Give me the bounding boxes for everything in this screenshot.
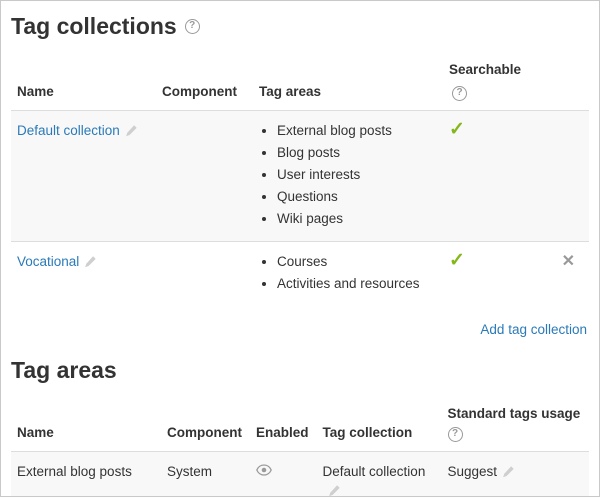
area-enabled-cell <box>250 451 317 497</box>
col-header-tag-collection: Tag collection <box>317 389 442 452</box>
col-header-name: Name <box>11 389 161 452</box>
col-header-component: Component <box>156 45 253 110</box>
edit-icon[interactable] <box>125 124 138 137</box>
area-standard-cell: Suggest <box>442 451 589 497</box>
add-link-row: Add tag collection <box>11 306 589 341</box>
tag-areas-table: Name Component Enabled Tag collection St… <box>11 389 589 497</box>
list-item: Wiki pages <box>277 209 435 228</box>
col-header-component: Component <box>161 389 250 452</box>
area-name-cell: External blog posts <box>11 451 161 497</box>
tag-collections-title: Tag collections ? <box>11 13 589 39</box>
tag-areas-title: Tag areas <box>11 357 589 383</box>
tag-areas-title-text: Tag areas <box>11 357 117 383</box>
col-header-enabled: Enabled <box>250 389 317 452</box>
collection-component-cell <box>156 110 253 241</box>
list-item: External blog posts <box>277 121 435 140</box>
collection-tag-areas-cell: External blog posts Blog posts User inte… <box>253 110 443 241</box>
area-standard-label: Suggest <box>448 464 498 479</box>
col-header-name: Name <box>11 45 156 110</box>
tag-collections-table: Name Component Tag areas Searchable? Def… <box>11 45 589 306</box>
areas-header-row: Name Component Enabled Tag collection St… <box>11 389 589 452</box>
edit-icon[interactable] <box>328 484 341 497</box>
collection-row-vocational: Vocational Courses Activities and resour… <box>11 241 589 306</box>
tag-management-page: Tag collections ? Name Component Tag are… <box>0 0 600 497</box>
add-tag-collection-link[interactable]: Add tag collection <box>480 322 587 337</box>
tag-collections-title-text: Tag collections <box>11 13 177 39</box>
collection-name-link[interactable]: Default collection <box>17 123 120 138</box>
col-header-standard-tags: Standard tags usage ? <box>442 389 589 452</box>
delete-icon[interactable]: ✕ <box>562 255 575 269</box>
area-collection-label: Default collection <box>323 464 426 479</box>
check-icon: ✓ <box>449 254 465 268</box>
collection-actions-cell: ✕ <box>531 241 589 306</box>
col-header-searchable: Searchable? <box>443 45 531 110</box>
list-item: Blog posts <box>277 143 435 162</box>
help-icon[interactable]: ? <box>185 19 200 34</box>
list-item: Courses <box>277 252 435 271</box>
col-header-standard-tags-label: Standard tags usage <box>448 405 581 423</box>
area-collection-cell: Default collection <box>317 451 442 497</box>
col-header-tag-areas: Tag areas <box>253 45 443 110</box>
collection-name-link[interactable]: Vocational <box>17 254 79 269</box>
collection-row-default: Default collection External blog posts B… <box>11 110 589 241</box>
tag-areas-list: External blog posts Blog posts User inte… <box>261 121 435 228</box>
collection-actions-cell <box>531 110 589 241</box>
area-component-cell: System <box>161 451 250 497</box>
edit-icon[interactable] <box>502 465 515 478</box>
eye-icon[interactable] <box>256 464 272 476</box>
collection-name-cell: Default collection <box>11 110 156 241</box>
tag-areas-list: Courses Activities and resources <box>261 252 435 293</box>
edit-icon[interactable] <box>84 255 97 268</box>
check-icon: ✓ <box>449 123 465 137</box>
collection-tag-areas-cell: Courses Activities and resources <box>253 241 443 306</box>
collection-component-cell <box>156 241 253 306</box>
collection-searchable-cell: ✓ <box>443 241 531 306</box>
col-header-actions <box>531 45 589 110</box>
help-icon[interactable]: ? <box>448 427 463 442</box>
collection-name-cell: Vocational <box>11 241 156 306</box>
list-item: User interests <box>277 165 435 184</box>
col-header-searchable-label: Searchable <box>449 62 521 77</box>
collection-searchable-cell: ✓ <box>443 110 531 241</box>
area-row-external-blog-posts: External blog posts System Default colle… <box>11 451 589 497</box>
collections-header-row: Name Component Tag areas Searchable? <box>11 45 589 110</box>
list-item: Questions <box>277 187 435 206</box>
list-item: Activities and resources <box>277 274 435 293</box>
help-icon[interactable]: ? <box>452 86 467 101</box>
